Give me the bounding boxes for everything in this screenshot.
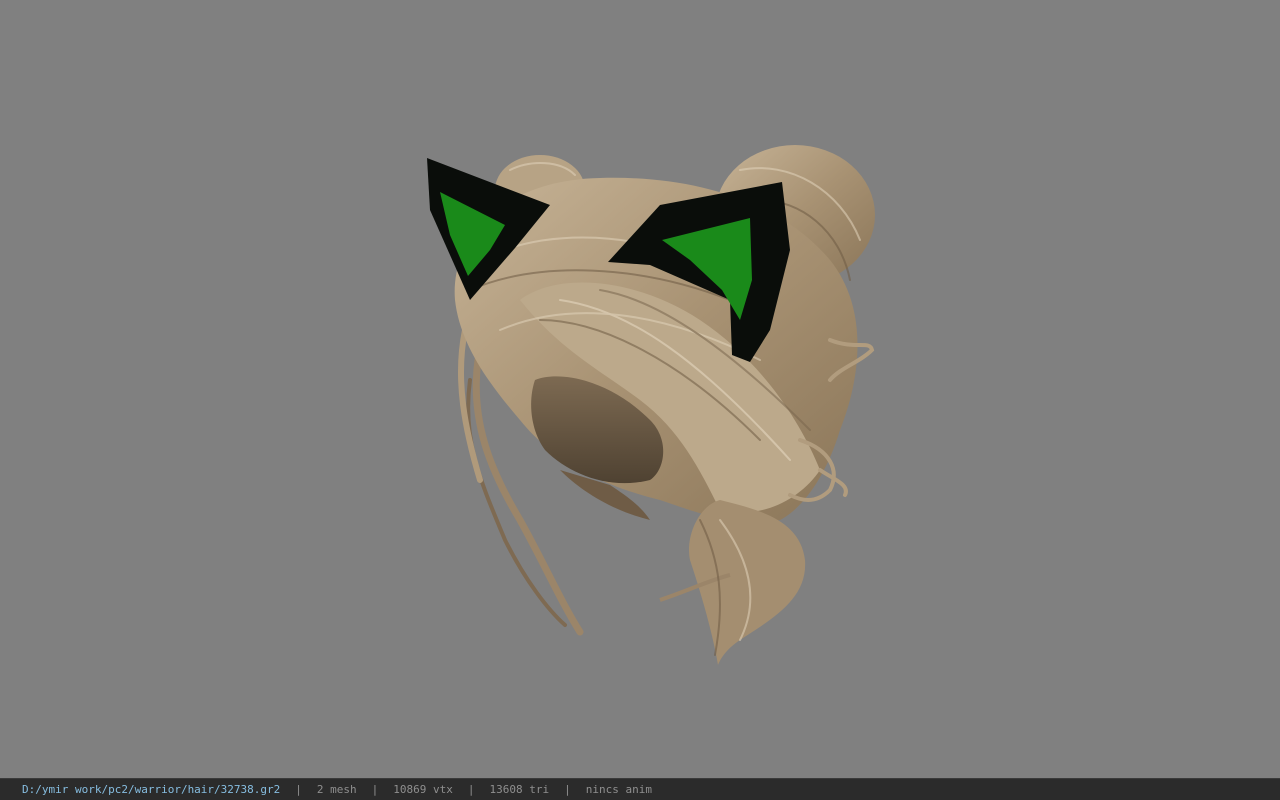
anim-status-label: nincs anim	[585, 783, 652, 796]
file-path-label: D:/ymir work/pc2/warrior/hair/32738.gr2	[22, 783, 281, 796]
3d-viewport[interactable]	[0, 0, 1280, 778]
status-separator: |	[295, 783, 302, 796]
triangle-count-label: 13608 tri	[489, 783, 550, 796]
status-separator: |	[564, 783, 571, 796]
status-separator: |	[371, 783, 379, 796]
hair-model-render[interactable]	[0, 0, 1280, 778]
status-separator: |	[467, 783, 475, 796]
status-bar: D:/ymir work/pc2/warrior/hair/32738.gr2 …	[0, 778, 1280, 800]
vertex-count-label: 10869 vtx	[393, 783, 453, 796]
mesh-count-label: 2 mesh	[316, 783, 357, 796]
